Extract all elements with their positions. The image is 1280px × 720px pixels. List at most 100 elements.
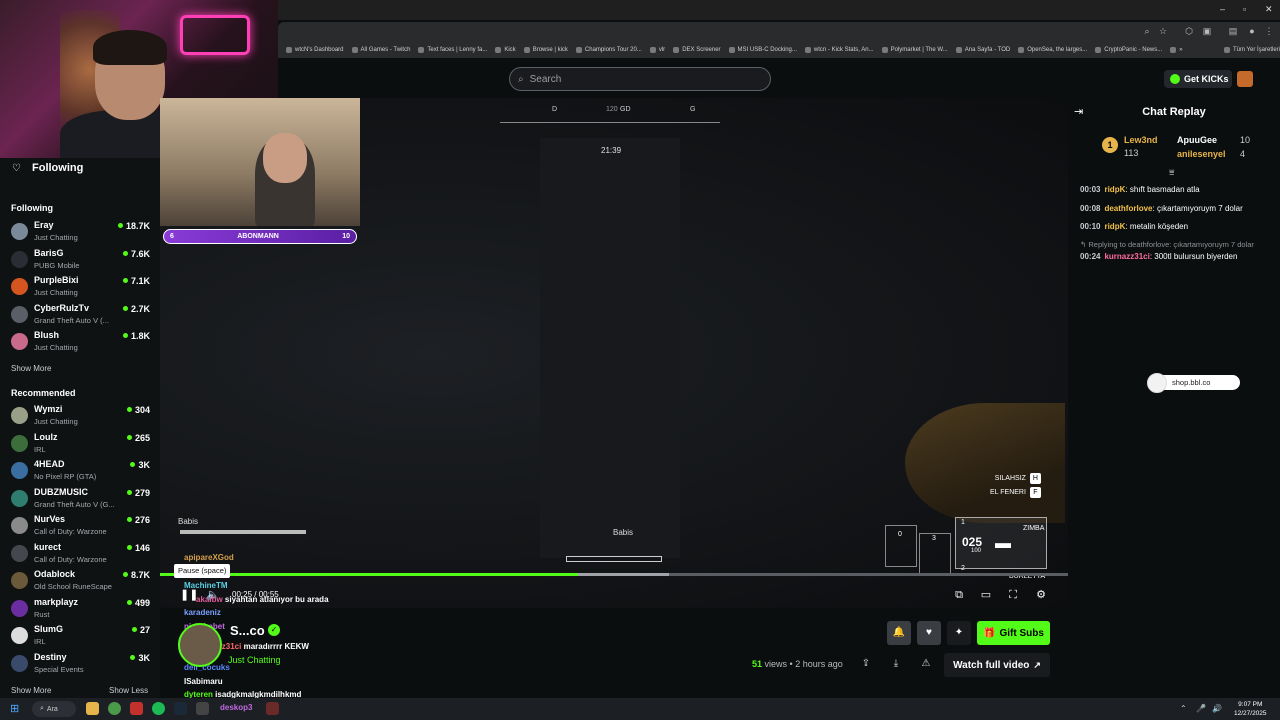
weapon-slot-2: 2 [961,565,965,572]
bookmark-item[interactable]: Text faces | Lenny fa... [418,47,487,53]
spotify-icon[interactable] [152,702,165,715]
bookmark-item[interactable]: wtcn - Kick Stats, An... [804,47,874,53]
bookmark-item[interactable]: Browse | kick [523,47,568,53]
taskbar-app-label[interactable]: deskop3 [220,703,252,712]
sidebar-channel-loulz[interactable]: Loulz IRL 265 [11,432,156,458]
sidebar-channel-odablock[interactable]: Odablock Old School RuneScape 8.7K [11,569,156,595]
gift-subs-button[interactable]: 🎁 Gift Subs [977,621,1050,645]
show-more-following[interactable]: Show More [11,364,51,373]
bookmark-item[interactable]: Kick [495,47,516,53]
download-icon[interactable]: ⤓ [890,658,902,670]
maximize-icon[interactable]: ▫ [1243,4,1246,14]
taskbar-clock[interactable]: 9:07 PM 12/27/2025 [1234,700,1267,718]
chat-username[interactable]: ridpK [1104,222,1125,231]
bookmark-item[interactable]: Champions Tour 20... [575,47,642,53]
taskbar-search[interactable]: ⌕ Ara [32,701,76,717]
speaker-icon[interactable]: 🔊 [1212,704,1222,713]
bookmark-item[interactable]: MSI USB-C Docking... [728,47,797,53]
search-input[interactable]: ⌕ Search [509,67,771,91]
bookmark-item[interactable]: Ana Sayfa - TOD [955,47,1010,53]
tray-chevron-icon[interactable]: ⌃ [1180,704,1187,713]
bookmark-item[interactable]: vlr [649,47,665,53]
bookmark-item[interactable]: wtcN's Dashboard [286,47,344,53]
sidebar-channel-blush[interactable]: Blush Just Chatting 1.8K [11,330,156,356]
extension-icon[interactable]: ⬡ [1184,26,1194,36]
close-window-icon[interactable]: ✕ [1265,4,1273,15]
minimize-icon[interactable]: – [1220,4,1225,14]
windows-start-icon[interactable]: ⊞ [10,702,19,715]
bookmark-item[interactable]: DEX Screener [673,47,721,53]
channel-avatar [11,462,28,479]
bookmark-item[interactable]: Tüm Yer İşaretleri [1223,47,1280,53]
mic-icon[interactable]: 🎤 [1196,704,1206,713]
puzzle-icon[interactable]: ▣ [1202,26,1212,36]
steam-icon[interactable] [174,702,187,715]
gift-icon: 🎁 [983,627,996,639]
profile-icon[interactable]: ● [1247,26,1257,36]
sidebar-title[interactable]: Following [32,162,83,174]
bookmark-item[interactable]: CryptoPanic - News... [1095,47,1162,53]
sparkle-button[interactable]: ✦ [947,621,971,645]
user-avatar[interactable] [1237,71,1253,87]
notification-bell-button[interactable]: 🔔 [887,621,911,645]
show-more-recommended[interactable]: Show More [11,686,51,695]
game-timer: 21:39 [601,146,622,155]
app-icon[interactable] [130,702,143,715]
get-kicks-button[interactable]: Get KICKs [1164,70,1232,88]
pip-icon[interactable]: ⧉ [952,588,966,602]
shop-widget[interactable]: shop.bbl.co [1147,372,1240,393]
menu-kebab-icon[interactable]: ⋮ [1264,26,1274,36]
app-thumb-icon[interactable] [266,702,279,715]
sidebar-channel-purplebixi[interactable]: PurpleBixi Just Chatting 7.1K [11,275,156,301]
xbox-icon[interactable] [196,702,209,715]
share-icon[interactable]: ⇪ [860,658,872,670]
sidebar-channel-cyberrulztv[interactable]: CyberRulzTv Grand Theft Auto V (... 2.7K [11,303,156,329]
bookmark-label: Tüm Yer İşaretleri [1232,47,1280,53]
sidebar-channel-destiny[interactable]: Destiny Special Events 3K [11,652,156,678]
theater-mode-icon[interactable]: ▭ [979,588,993,602]
bookmarks-bar: wtcN's Dashboard All Games - Twitch Text f… [278,42,1280,58]
zoom-icon[interactable]: ⌕ [1142,26,1152,36]
sidebar-channel-barisg[interactable]: BarisG PUBG Mobile 7.6K [11,248,156,274]
channel-avatar[interactable] [178,623,222,667]
leader-3-name[interactable]: anilesenyel [1177,149,1226,159]
player-health-bar [180,530,306,534]
sidebar-channel-eray[interactable]: Eray Just Chatting 18.7K [11,220,156,246]
channel-name[interactable]: S...co [230,623,265,638]
star-bookmark-icon[interactable]: ☆ [1158,26,1168,36]
filter-icon[interactable]: ⩸ [1169,167,1174,178]
sidebar-channel-markplayz[interactable]: markplayz Rust 499 [11,597,156,623]
file-explorer-icon[interactable] [86,702,99,715]
watch-full-video-button[interactable]: Watch full video ↗ [944,653,1050,677]
sidebar-channel-dubzmusic[interactable]: DUBZMUSIC Grand Theft Auto V (G... 279 [11,487,156,513]
pause-icon[interactable]: ❚❚ [180,588,198,602]
sidebar-channel-kurect[interactable]: kurect Call of Duty: Warzone 146 [11,542,156,568]
leader-2-name[interactable]: ApuuGee [1177,135,1217,145]
show-less-recommended[interactable]: Show Less [109,686,148,695]
chat-username[interactable]: ridpK [1104,185,1125,194]
bookmark-label: Browse | kick [532,47,568,53]
chat-username[interactable]: kurnazz31ci [1104,252,1149,261]
viewer-count: 3K [130,460,150,470]
sidebar-channel-4head[interactable]: 4HEAD No Pixel RP (GTA) 3K [11,459,156,485]
channel-category: No Pixel RP (GTA) [34,472,97,481]
leader-1-name[interactable]: Lew3nd [1124,135,1158,145]
sidebar-channel-slumg[interactable]: SlumG IRL 27 [11,624,156,650]
chat-username[interactable]: deathforlove [1104,204,1152,213]
bookmark-item[interactable]: » [1170,47,1183,53]
bookmark-item[interactable]: Polymarket | The W... [881,47,948,53]
channel-category[interactable]: Just Chatting [228,655,281,665]
bookmark-item[interactable]: All Games - Twitch [351,47,410,53]
sidebar-channel-nurves[interactable]: NurVes Call of Duty: Warzone 276 [11,514,156,540]
chrome-icon[interactable] [108,702,121,715]
follow-heart-button[interactable]: ♥ [917,621,941,645]
bookmark-item[interactable]: OpenSea, the larges... [1018,47,1087,53]
settings-gear-icon[interactable]: ⚙ [1034,588,1048,602]
fullscreen-icon[interactable]: ⛶ [1006,588,1020,602]
sidebar-toggle-icon[interactable]: ▤ [1228,26,1238,36]
chat-message: 00:08 deathforlove: çıkartamıyoruym 7 dol… [1080,204,1243,213]
bookmark-label: Champions Tour 20... [584,47,642,53]
viewer-count: 3K [130,653,150,663]
sidebar-channel-wymzi[interactable]: Wymzi Just Chatting 304 [11,404,156,430]
report-icon[interactable]: ⚠ [920,658,932,670]
